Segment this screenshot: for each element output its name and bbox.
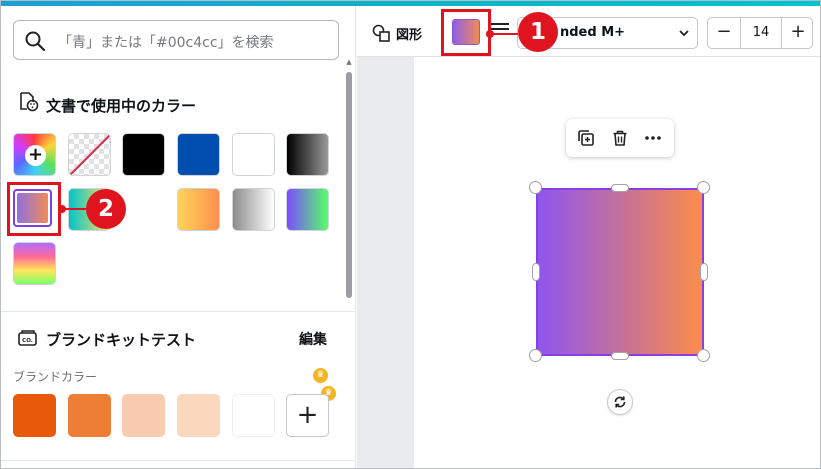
trash-icon[interactable]: [611, 129, 629, 147]
annotation-badge-2: 2: [86, 189, 126, 229]
doc-colors-title: 文書で使用中のカラー: [46, 97, 197, 115]
search-placeholder: 「青」または「#00c4cc」を検索: [58, 35, 274, 51]
search-icon: [25, 31, 46, 52]
scroll-up-icon[interactable]: ▲: [345, 58, 353, 66]
resize-handle-top-right[interactable]: [697, 181, 710, 194]
plus-icon: +: [25, 145, 46, 166]
document-palette-icon: [20, 92, 39, 112]
brand-kit-title: ブランドキットテスト: [46, 331, 197, 349]
color-search-input[interactable]: 「青」または「#00c4cc」を検索: [13, 20, 339, 60]
resize-handle-bottom-right[interactable]: [697, 349, 710, 362]
swatch-blue[interactable]: [177, 133, 220, 176]
annotation-line-1: [490, 33, 518, 35]
more-options-icon[interactable]: [644, 129, 662, 147]
brand-swatch-2[interactable]: [68, 394, 111, 437]
brand-swatch-4[interactable]: [177, 394, 220, 437]
toolbar-color-button[interactable]: [452, 19, 480, 45]
section-divider: [0, 311, 356, 312]
swatch-purple-orange-gradient-selected[interactable]: [13, 189, 52, 227]
swatch-yellow-orange-gradient[interactable]: [177, 188, 220, 231]
brand-swatch-3[interactable]: [122, 394, 165, 437]
chevron-down-icon: [679, 30, 689, 37]
brand-kit-icon: CO.: [18, 330, 37, 346]
shape-icon: [372, 24, 390, 42]
swatch-white[interactable]: [232, 133, 275, 176]
brand-swatch-1[interactable]: [13, 394, 56, 437]
font-name: nded M+: [560, 25, 626, 40]
brand-kit-edit-link[interactable]: 編集: [299, 329, 327, 349]
duplicate-icon[interactable]: [577, 129, 595, 147]
add-brand-color-button[interactable]: +: [286, 394, 329, 437]
resize-handle-bottom[interactable]: [611, 352, 629, 360]
rotate-icon: [614, 396, 626, 408]
brand-swatch-5[interactable]: [232, 394, 275, 437]
add-color-swatch[interactable]: +: [13, 133, 56, 176]
panel-scrollbar[interactable]: ▲: [345, 58, 353, 348]
resize-handle-right[interactable]: [700, 263, 708, 281]
svg-text:CO.: CO.: [22, 338, 33, 344]
resize-handle-top-left[interactable]: [529, 181, 542, 194]
shape-label[interactable]: 図形: [396, 24, 422, 43]
annotation-line-2: [62, 208, 86, 210]
scroll-thumb[interactable]: [346, 72, 352, 298]
brand-colors-label: ブランドカラー: [13, 370, 98, 384]
font-size-stepper[interactable]: − 14 +: [707, 17, 813, 49]
resize-handle-top[interactable]: [611, 184, 629, 192]
selected-gradient-square[interactable]: [536, 188, 704, 356]
resize-handle-bottom-left[interactable]: [529, 349, 542, 362]
crown-icon: ♛: [313, 368, 328, 383]
swatch-purple-green-gradient[interactable]: [286, 188, 329, 231]
resize-handle-left[interactable]: [532, 263, 540, 281]
font-size-value[interactable]: 14: [741, 18, 781, 48]
swatch-black[interactable]: [122, 133, 165, 176]
font-size-increase-button[interactable]: +: [781, 18, 814, 48]
section-divider-bottom: [0, 460, 356, 461]
font-size-decrease-button[interactable]: −: [708, 18, 741, 48]
swatch-black-gradient[interactable]: [286, 133, 329, 176]
annotation-badge-1: 1: [518, 12, 558, 52]
swatch-gray-gradient[interactable]: [232, 188, 275, 231]
swatch-multicolor-gradient[interactable]: [13, 242, 56, 285]
rotate-handle[interactable]: [607, 389, 633, 415]
transparent-swatch[interactable]: [68, 133, 111, 176]
element-floating-toolbar: [566, 119, 674, 157]
